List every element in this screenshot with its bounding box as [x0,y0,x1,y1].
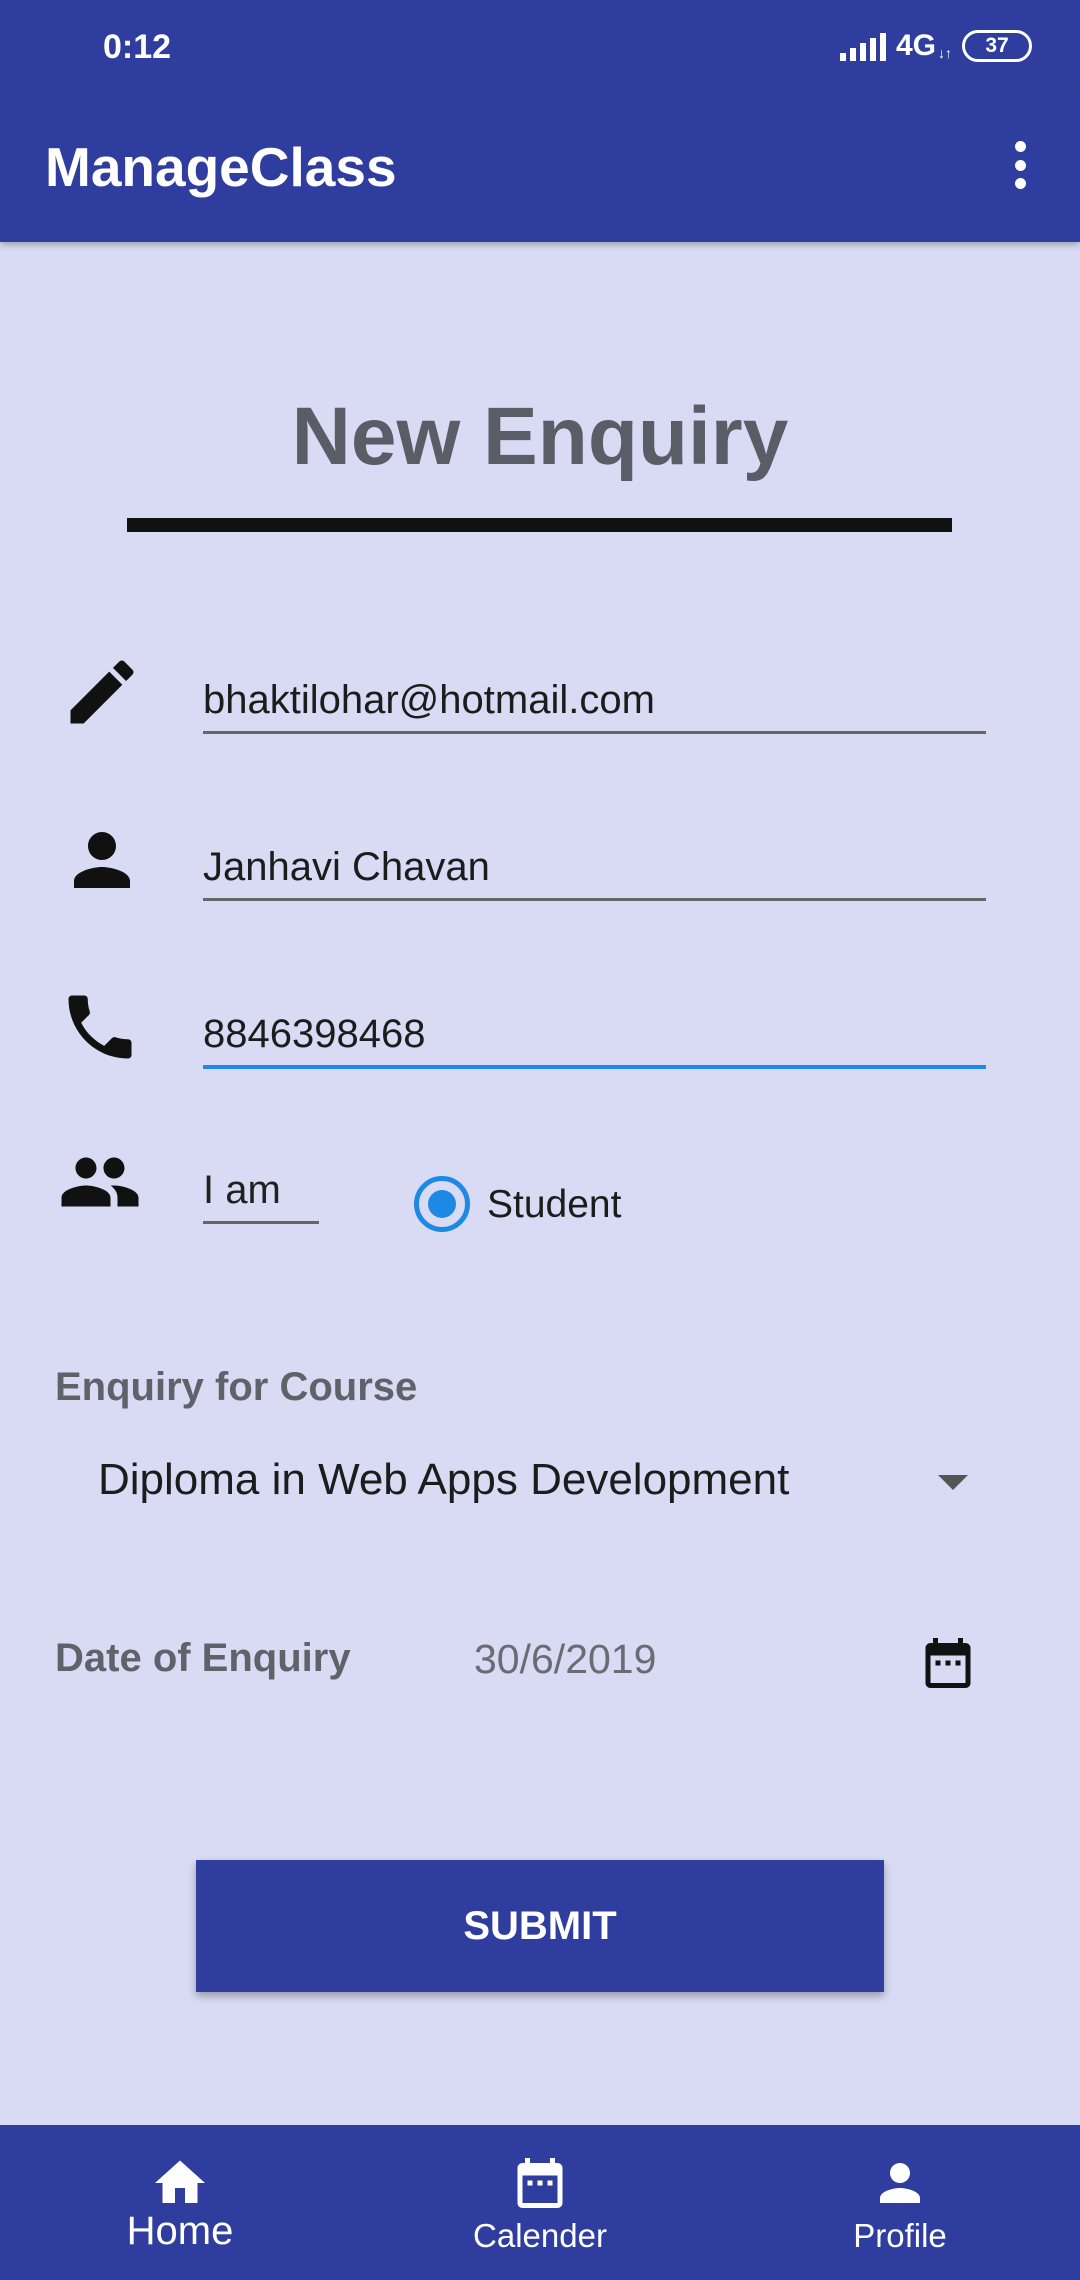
name-value: Janhavi Chavan [203,845,490,889]
email-value: bhaktilohar@hotmail.com [203,678,655,722]
status-indicators: 4G ↓↑ 37 [839,26,1032,66]
page-title: New Enquiry [291,391,789,482]
person-icon [870,2153,930,2213]
student-radio[interactable] [414,1176,470,1232]
submit-button[interactable]: SUBMIT [196,1860,884,1992]
app-bar: ManageClass [0,95,1080,242]
nav-label-profile: Profile [853,2217,947,2254]
heading-divider [127,518,952,532]
nav-item-home[interactable]: Home [0,2125,360,2280]
role-prefix-field: I am [203,1160,319,1224]
app-title: ManageClass [45,136,397,198]
battery-icon: 37 [962,30,1032,62]
calendar-icon[interactable] [918,1630,978,1696]
course-dropdown[interactable]: Diploma in Web Apps Development [98,1455,978,1515]
bottom-navigation: Home Calender Profile [0,2125,1080,2280]
home-icon [150,2153,210,2213]
people-icon [58,1140,142,1224]
course-selected: Diploma in Web Apps Development [98,1455,790,1504]
date-label: Date of Enquiry [55,1636,351,1680]
name-field[interactable]: Janhavi Chavan [203,827,986,901]
pencil-icon [60,650,144,734]
network-activity-icon: ↓↑ [938,45,952,61]
nav-item-calender[interactable]: Calender [360,2125,720,2280]
more-vert-icon[interactable] [1000,135,1040,195]
calendar-icon [510,2153,570,2213]
course-label: Enquiry for Course [55,1365,418,1409]
email-field[interactable]: bhaktilohar@hotmail.com [203,660,986,734]
status-bar: 0:12 4G ↓↑ 37 [0,0,1080,95]
network-type: 4G [895,29,936,62]
status-time: 0:12 [103,28,172,66]
phone-value: 8846398468 [203,1012,426,1056]
phone-icon [58,985,142,1069]
nav-label-home: Home [126,2209,234,2253]
date-value[interactable]: 30/6/2019 [474,1636,656,1683]
nav-label-calender: Calender [473,2217,607,2254]
role-prefix: I am [203,1168,281,1212]
nav-item-profile[interactable]: Profile [720,2125,1080,2280]
phone-field[interactable]: 8846398468 [203,995,986,1069]
chevron-down-icon [938,1475,968,1490]
person-icon [60,818,144,902]
student-radio-label[interactable]: Student [487,1183,621,1227]
battery-level: 37 [985,34,1009,57]
signal-icon [839,31,886,61]
